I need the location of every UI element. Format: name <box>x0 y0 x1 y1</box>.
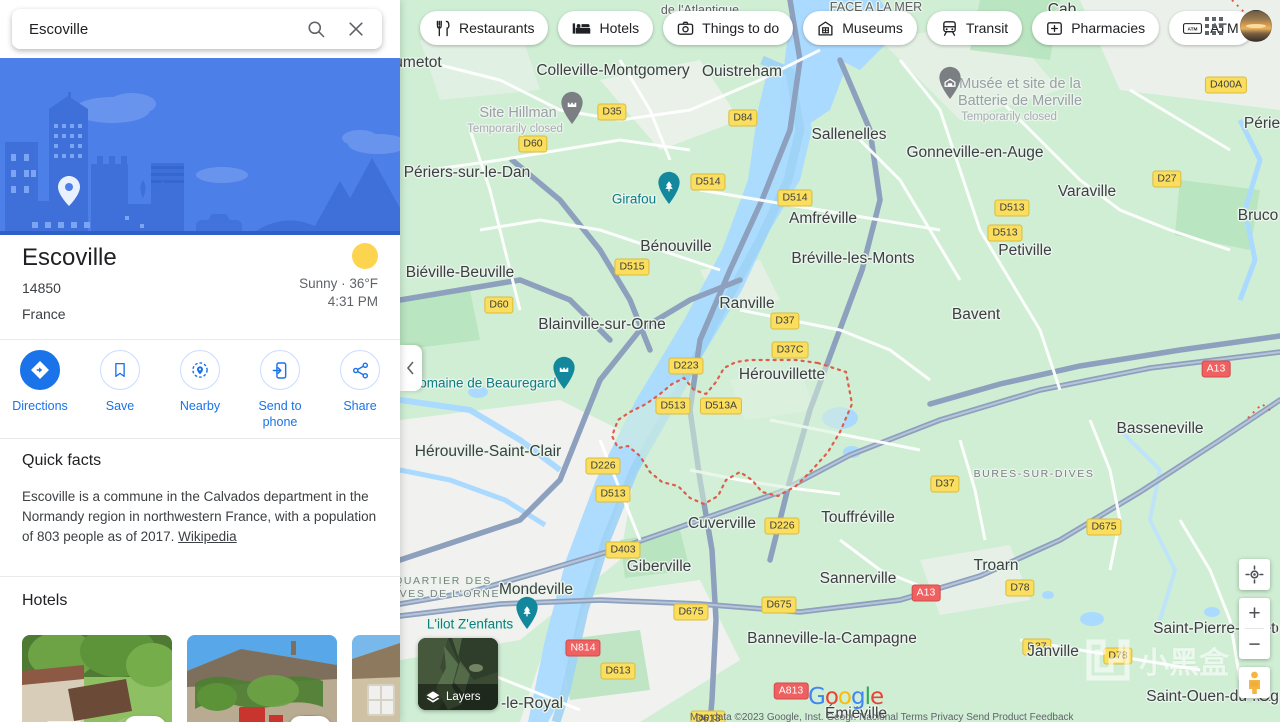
place-action-buttons: Directions Save Nearby Send to phone Share <box>0 339 400 439</box>
zoom-in-button[interactable]: + <box>1239 598 1270 628</box>
chip-hotels[interactable]: Hotels <box>558 11 654 45</box>
pegman-icon <box>1249 671 1260 694</box>
my-location-button[interactable] <box>1239 559 1270 590</box>
google-logo[interactable]: Google <box>808 684 884 710</box>
search-button[interactable] <box>296 9 336 49</box>
quick-facts-section: Quick facts Escoville is a commune in th… <box>0 440 400 547</box>
place-details-panel: Escoville 14850 France Sunny · 36°F 4:31… <box>0 0 400 722</box>
hotel-card[interactable]: $79 <box>22 635 172 722</box>
action-label: Share <box>343 399 377 413</box>
hotel-card[interactable]: $83 <box>187 635 337 722</box>
train-icon <box>941 20 958 37</box>
directions-icon <box>20 350 60 390</box>
chip-things-to-do[interactable]: Things to do <box>663 11 794 45</box>
chevron-left-icon <box>406 361 414 375</box>
top-right-controls <box>1194 6 1272 46</box>
action-label: Nearby <box>179 399 221 413</box>
hotel-price: $83 <box>289 716 331 722</box>
layers-label: Layers <box>446 691 481 703</box>
chip-label: Museums <box>842 20 903 36</box>
chip-pharmacies[interactable]: Pharmacies <box>1032 11 1160 45</box>
hotels-section: Hotels $79 $83 <box>0 576 400 722</box>
avatar[interactable] <box>1240 10 1272 42</box>
action-label: Send to phone <box>258 399 302 429</box>
bookmark-icon <box>100 350 140 390</box>
quick-facts-heading: Quick facts <box>22 452 102 469</box>
search-icon <box>308 21 325 38</box>
pegman-button[interactable] <box>1239 667 1270 698</box>
place-info-header: Escoville 14850 France Sunny · 36°F 4:31… <box>0 235 400 324</box>
hotel-bed-icon <box>572 20 591 37</box>
search-area <box>0 0 400 60</box>
city-skyline-illustration <box>0 58 400 235</box>
apps-grid-icon <box>1205 17 1223 35</box>
chip-label: Restaurants <box>459 20 535 36</box>
chip-label: Hotels <box>599 20 640 36</box>
layers-button[interactable]: Layers <box>418 638 498 710</box>
action-label: Save <box>105 399 135 413</box>
close-icon <box>349 22 363 36</box>
zoom-out-button[interactable]: − <box>1239 629 1270 659</box>
my-location-icon <box>1245 565 1264 584</box>
send-to-phone-icon <box>260 350 300 390</box>
hotels-heading: Hotels <box>22 592 68 609</box>
action-share[interactable]: Share <box>324 350 396 414</box>
map-controls: + − <box>1239 559 1270 698</box>
chip-label: Transit <box>965 20 1009 36</box>
chip-label: Pharmacies <box>1071 20 1146 36</box>
camera-icon <box>677 20 694 37</box>
chip-label: Things to do <box>702 20 780 36</box>
museum-icon <box>817 20 834 37</box>
hotels-carousel[interactable]: $79 $83 <box>22 635 400 722</box>
wikipedia-link[interactable]: Wikipedia <box>178 529 237 544</box>
weather-condition: Sunny · 36°F <box>299 276 378 291</box>
map-attribution: Map data ©2023 Google, Inst. Geogr. Naci… <box>690 712 1074 722</box>
search-bar <box>12 9 382 49</box>
hotel-price: $79 <box>124 716 166 722</box>
action-label: Directions <box>12 399 68 413</box>
chip-museums[interactable]: Museums <box>803 11 917 45</box>
action-save[interactable]: Save <box>84 350 156 414</box>
nearby-search-icon <box>180 350 220 390</box>
hotel-card[interactable] <box>352 635 400 722</box>
zoom-controls: + − <box>1239 598 1270 659</box>
local-time: 4:31 PM <box>327 294 378 309</box>
pharmacy-cross-icon <box>1046 20 1063 37</box>
clear-search-button[interactable] <box>336 9 376 49</box>
search-input[interactable] <box>12 20 296 38</box>
weather-widget[interactable]: Sunny · 36°F 4:31 PM <box>299 243 378 311</box>
action-nearby[interactable]: Nearby <box>164 350 236 414</box>
sun-icon <box>352 243 378 269</box>
quick-facts-text: Escoville is a commune in the Calvados d… <box>22 470 378 547</box>
chip-transit[interactable]: Transit <box>926 11 1023 45</box>
chip-restaurants[interactable]: Restaurants <box>420 11 549 45</box>
action-send-to-phone[interactable]: Send to phone <box>244 350 316 430</box>
restaurant-icon <box>434 20 451 37</box>
place-hero-illustration[interactable] <box>0 58 400 235</box>
collapse-panel-button[interactable] <box>400 345 422 391</box>
action-directions[interactable]: Directions <box>4 350 76 414</box>
layers-icon <box>426 691 440 703</box>
google-maps-app: D400A D35 D84 D60 D27 D514 D514 D513 D513 D515 D60… <box>0 0 1280 722</box>
share-icon <box>340 350 380 390</box>
google-apps-button[interactable] <box>1194 6 1234 46</box>
